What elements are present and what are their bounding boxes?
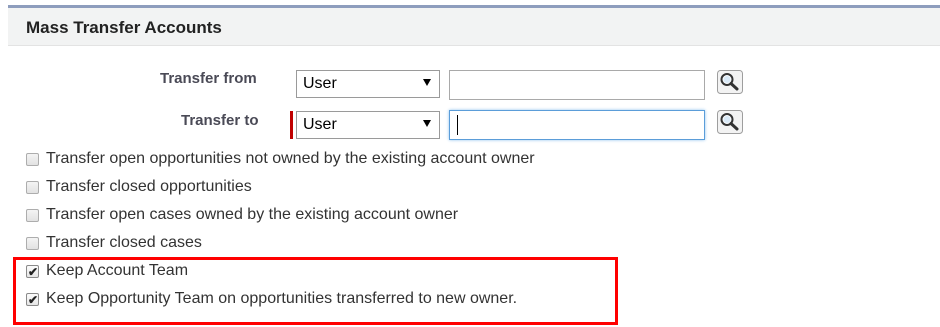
option-label: Transfer closed cases	[46, 234, 202, 251]
required-marker	[290, 111, 293, 139]
option-label: Transfer closed opportunities	[46, 178, 252, 195]
dropdown-arrow-icon	[423, 120, 431, 127]
dropdown-arrow-icon	[423, 79, 431, 86]
option-label: Transfer open opportunities not owned by…	[46, 150, 535, 167]
option-label: Transfer open cases owned by the existin…	[46, 206, 459, 223]
checkbox[interactable]	[26, 209, 39, 222]
transfer-to-label: Transfer to	[181, 112, 259, 129]
checkbox[interactable]	[26, 181, 39, 194]
checkbox[interactable]	[26, 153, 39, 166]
transfer-to-select[interactable]: User	[296, 111, 440, 139]
transfer-from-select-value: User	[303, 75, 337, 92]
transfer-from-input[interactable]	[449, 70, 705, 100]
transfer-to-input[interactable]	[449, 110, 705, 140]
magnifier-lookup-icon[interactable]	[717, 110, 743, 134]
text-caret	[457, 115, 458, 135]
transfer-from-select[interactable]: User	[296, 70, 440, 98]
annotation-highlight-box	[13, 257, 618, 325]
transfer-from-label: Transfer from	[160, 70, 257, 87]
transfer-to-select-value: User	[303, 116, 337, 133]
checkbox[interactable]	[26, 237, 39, 250]
panel-header: Mass Transfer Accounts	[8, 8, 940, 46]
magnifier-lookup-icon[interactable]	[717, 70, 743, 94]
page-title: Mass Transfer Accounts	[26, 18, 222, 37]
